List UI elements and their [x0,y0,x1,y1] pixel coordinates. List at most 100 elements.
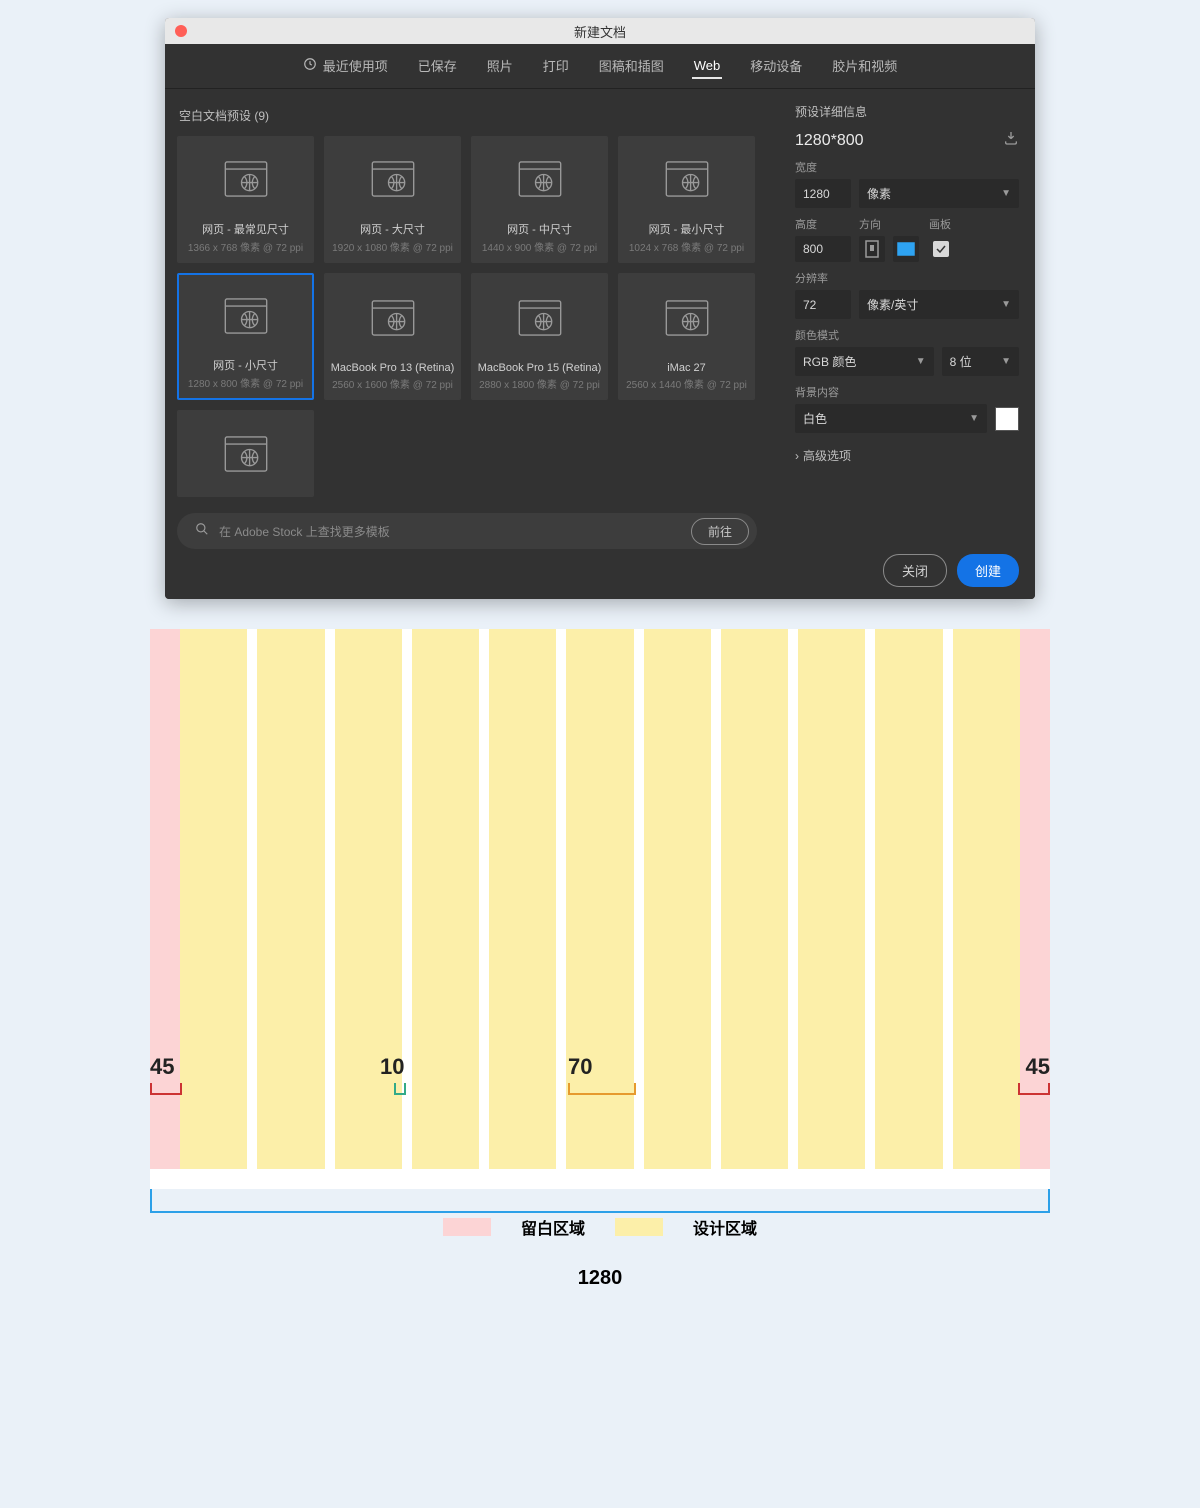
tab-label: Web [694,58,721,73]
titlebar: 新建文档 [165,18,1035,44]
orientation-landscape-button[interactable] [893,236,919,262]
bg-select[interactable]: 白色 ▼ [795,404,987,433]
tab-print[interactable]: 打印 [541,52,571,81]
preset-card[interactable]: 网页 - 中尺寸 1440 x 900 像素 @ 72 ppi [471,136,608,263]
close-button[interactable]: 关闭 [883,554,947,587]
preset-details-panel: 预设详细信息 1280*800 宽度 像素 ▼ 高度 方向 画板 [777,89,1035,599]
resolution-label: 分辨率 [795,270,1019,286]
preset-card-selected[interactable]: 网页 - 小尺寸 1280 x 800 像素 @ 72 ppi [177,273,314,400]
preset-card[interactable]: iMac 27 2560 x 1440 像素 @ 72 ppi [618,273,755,400]
tab-label: 图稿和插图 [599,56,664,75]
select-value: RGB 颜色 [803,353,856,370]
width-label: 宽度 [795,159,1019,175]
tab-film[interactable]: 胶片和视频 [830,52,899,81]
chevron-down-icon: ▼ [969,413,979,424]
web-preset-icon [665,274,709,362]
preset-card[interactable]: 网页 - 最常见尺寸 1366 x 768 像素 @ 72 ppi [177,136,314,263]
preset-card[interactable]: 网页 - 大尺寸 1920 x 1080 像素 @ 72 ppi [324,136,461,263]
bg-label: 背景内容 [795,384,1019,400]
web-preset-icon [665,137,709,221]
clock-icon [303,57,317,74]
legend-margin-label: 留白区域 [521,1215,585,1239]
web-preset-icon [224,275,268,357]
web-preset-icon [371,274,415,362]
preset-grid: 网页 - 最常见尺寸 1366 x 768 像素 @ 72 ppi 网页 - 大… [177,136,777,497]
legend-swatch-margin [443,1218,491,1236]
advanced-label: 高级选项 [803,447,851,464]
select-value: 8 位 [950,353,972,370]
preset-name[interactable]: 1280*800 [795,132,864,150]
preset-card[interactable]: MacBook Pro 15 (Retina) 2880 x 1800 像素 @… [471,273,608,400]
bracket-icon [1018,1083,1050,1095]
preset-card[interactable]: 网页 - 最小尺寸 1024 x 768 像素 @ 72 ppi [618,136,755,263]
tab-label: 照片 [487,56,513,75]
grid-column [335,629,402,1169]
web-preset-icon [518,274,562,362]
web-preset-icon [371,137,415,221]
tab-recent[interactable]: 最近使用项 [301,52,390,81]
tab-mobile[interactable]: 移动设备 [748,52,804,81]
tab-web[interactable]: Web [692,54,723,79]
bracket-icon [150,1083,182,1095]
width-unit-select[interactable]: 像素 ▼ [859,179,1019,208]
bracket-icon [568,1083,636,1095]
details-title: 预设详细信息 [795,103,1019,120]
grid-column [257,629,324,1169]
preset-sub: 1366 x 768 像素 @ 72 ppi [188,239,303,254]
preset-sub: 1920 x 1080 像素 @ 72 ppi [332,239,453,254]
advanced-toggle[interactable]: › 高级选项 [795,447,1019,464]
width-input[interactable] [795,179,851,208]
chevron-down-icon: ▼ [916,356,926,367]
web-preset-icon [224,411,268,496]
presets-section-title: 空白文档预设 (9) [179,107,777,124]
height-label: 高度 [795,216,851,232]
margin-left-value: 45 [150,1054,174,1080]
orientation-portrait-button[interactable] [859,236,885,262]
search-icon [195,522,209,541]
tab-label: 移动设备 [750,56,802,75]
preset-card[interactable]: MacBook Pro 13 (Retina) 2560 x 1600 像素 @… [324,273,461,400]
stock-search-placeholder[interactable]: 在 Adobe Stock 上查找更多模板 [219,523,681,540]
diagram-legend: 留白区域 设计区域 [150,1215,1050,1239]
color-mode-select[interactable]: RGB 颜色 ▼ [795,347,934,376]
tab-art[interactable]: 图稿和插图 [597,52,666,81]
total-width-value: 1280 [150,1267,1050,1290]
select-value: 像素 [867,185,891,202]
artboard-label: 画板 [929,216,951,232]
bracket-icon [394,1083,406,1095]
create-button[interactable]: 创建 [957,554,1019,587]
grid-diagram: 45 45 10 70 留白区域 设计区域 1280 [150,629,1050,1290]
preset-sub: 2880 x 1800 像素 @ 72 ppi [479,376,600,391]
dialog-title: 新建文档 [165,22,1035,41]
stock-go-button[interactable]: 前往 [691,518,749,545]
preset-sub: 2560 x 1440 像素 @ 72 ppi [626,376,747,391]
preset-card[interactable] [177,410,314,497]
grid-column [953,629,1020,1169]
preset-label: 网页 - 小尺寸 [213,357,278,373]
grid-column [798,629,865,1169]
download-preset-icon[interactable] [1003,130,1019,151]
margin-right-value: 45 [1026,1054,1050,1080]
resolution-input[interactable] [795,290,851,319]
legend-swatch-design [615,1218,663,1236]
tab-saved[interactable]: 已保存 [416,52,459,81]
orientation-label: 方向 [859,216,921,232]
chevron-down-icon: ▼ [1001,188,1011,199]
preset-sub: 2560 x 1600 像素 @ 72 ppi [332,376,453,391]
preset-label: 网页 - 最常见尺寸 [202,221,289,237]
artboard-checkbox[interactable] [933,241,949,257]
height-input[interactable] [795,236,851,262]
bit-depth-select[interactable]: 8 位 ▼ [942,347,1019,376]
preset-sub: 1280 x 800 像素 @ 72 ppi [188,375,303,390]
gutter-value: 10 [380,1054,404,1080]
resolution-unit-select[interactable]: 像素/英寸 ▼ [859,290,1019,319]
tab-photo[interactable]: 照片 [485,52,515,81]
tab-label: 已保存 [418,56,457,75]
grid-column [412,629,479,1169]
color-mode-label: 颜色模式 [795,327,1019,343]
tab-label: 最近使用项 [323,56,388,75]
bg-color-swatch[interactable] [995,407,1019,431]
web-preset-icon [224,137,268,221]
preset-label: 网页 - 中尺寸 [507,221,572,237]
new-document-dialog: 新建文档 最近使用项 已保存 照片 打印 图稿和插图 Web 移动设备 胶片和视… [165,18,1035,599]
